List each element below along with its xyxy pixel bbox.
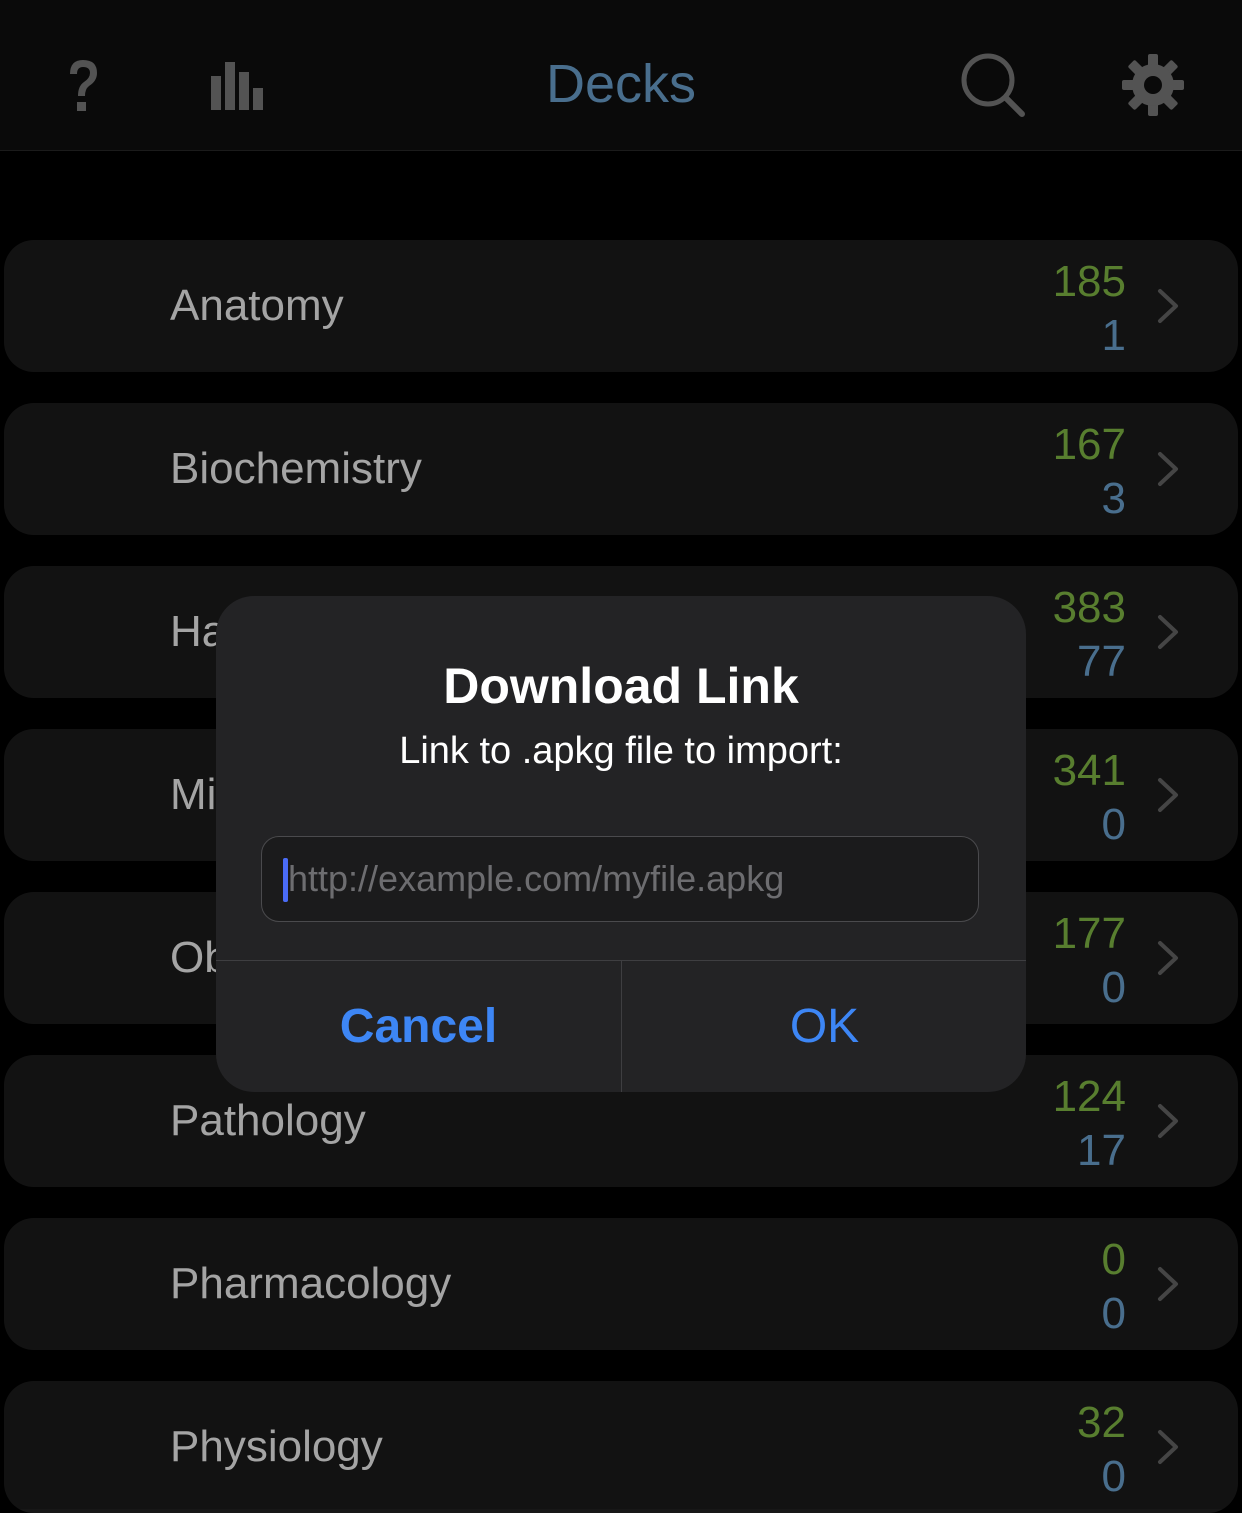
cancel-button[interactable]: Cancel [216,961,621,1092]
dialog-title: Download Link [443,658,799,714]
download-link-dialog: Download Link Link to .apkg file to impo… [216,596,1026,1092]
ok-button[interactable]: OK [622,961,1026,1092]
url-input[interactable] [261,836,979,922]
dialog-message: Link to .apkg file to import: [399,730,843,772]
text-cursor [283,858,288,902]
